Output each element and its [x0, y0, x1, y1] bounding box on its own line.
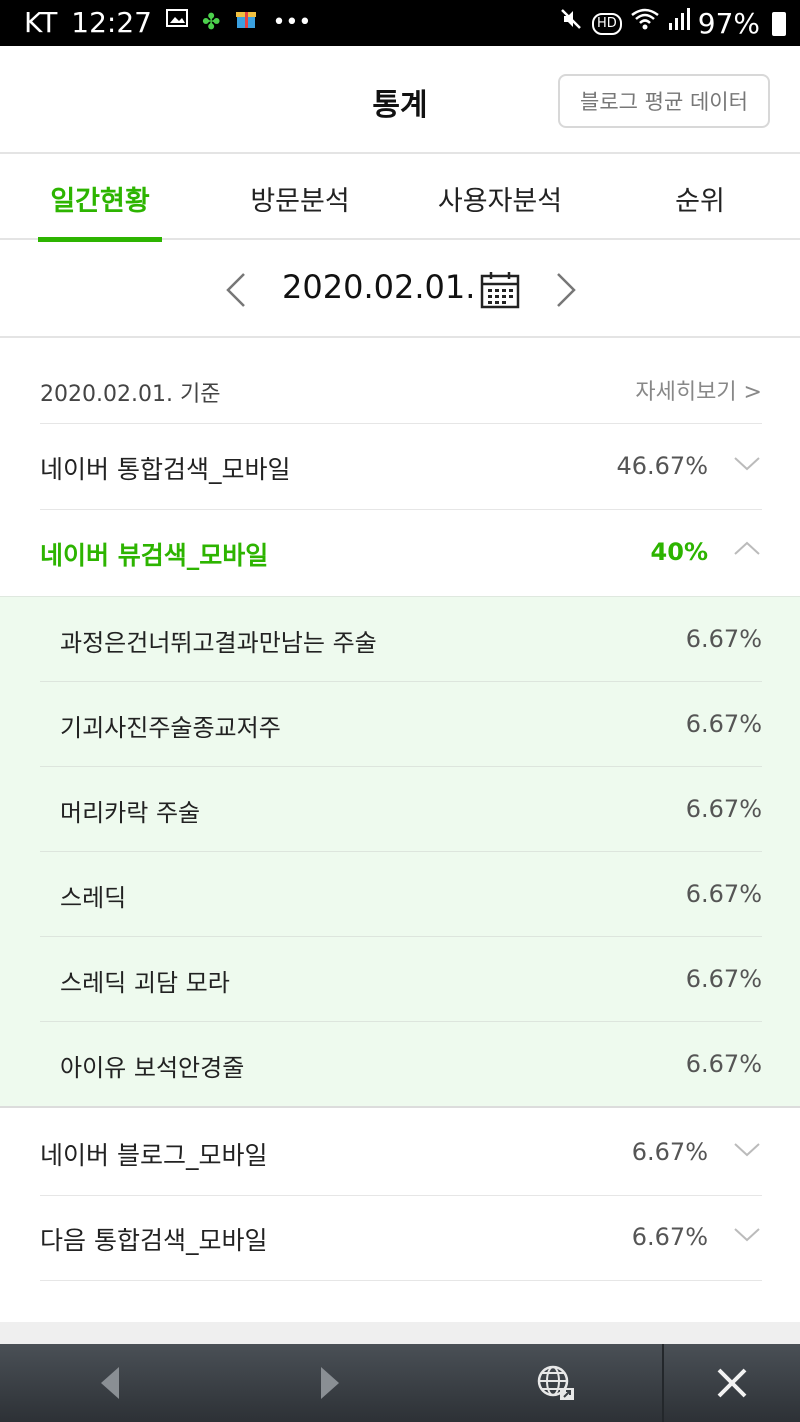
- source-percent: 40%: [650, 538, 708, 566]
- source-row[interactable]: 다음 통합검색_모바일 6.67%: [40, 1195, 762, 1281]
- source-row[interactable]: 네이버 블로그_모바일 6.67%: [40, 1110, 762, 1196]
- source-row[interactable]: 네이버 통합검색_모바일 46.67%: [40, 424, 762, 510]
- back-button[interactable]: [60, 1344, 160, 1422]
- calendar-button[interactable]: [480, 270, 520, 310]
- signal-icon: [668, 7, 690, 40]
- app-header: 통계 블로그 평균 데이터: [0, 46, 800, 154]
- clock: 12:27: [71, 6, 152, 39]
- source-percent: 6.67%: [631, 1223, 708, 1251]
- keyword-row: 머리카락 주술 6.67%: [40, 767, 762, 852]
- keyword-row: 기괴사진주술종교저주 6.67%: [40, 682, 762, 767]
- date-navigator: 2020.02.01.: [0, 242, 800, 338]
- chevron-down-icon: [734, 1228, 760, 1242]
- back-arrow-icon: [101, 1367, 119, 1399]
- summary-header: 2020.02.01. 기준 자세히보기 >: [40, 360, 762, 424]
- source-percent: 46.67%: [616, 452, 708, 480]
- source-percent: 6.67%: [631, 1138, 708, 1166]
- chevron-down-icon: [734, 1143, 760, 1157]
- carrier-label: KT: [24, 6, 58, 39]
- keyword-name: 머리카락 주술: [60, 799, 201, 827]
- view-details-link[interactable]: 자세히보기 >: [635, 374, 762, 406]
- source-name: 네이버 뷰검색_모바일: [40, 541, 269, 570]
- keyword-row: 스레딕 괴담 모라 6.67%: [40, 937, 762, 1022]
- blog-average-data-button[interactable]: 블로그 평균 데이터: [558, 74, 770, 128]
- source-row-expanded[interactable]: 네이버 뷰검색_모바일 40%: [40, 510, 762, 596]
- keyword-percent: 6.67%: [685, 1050, 762, 1078]
- keyword-row: 과정은건너뛰고결과만남는 주술 6.67%: [40, 597, 762, 682]
- keyword-name: 스레딕 괴담 모라: [60, 969, 230, 997]
- keyword-name: 과정은건너뛰고결과만남는 주술: [60, 629, 377, 657]
- close-icon: [717, 1368, 747, 1398]
- keyword-percent: 6.67%: [685, 965, 762, 993]
- keyword-list: 과정은건너뛰고결과만남는 주술 6.67% 기괴사진주술종교저주 6.67% 머…: [0, 596, 800, 1108]
- forward-arrow-icon: [321, 1367, 339, 1399]
- chevron-right-icon: [557, 273, 576, 307]
- keyword-percent: 6.67%: [685, 880, 762, 908]
- tab-ranking[interactable]: 순위: [600, 156, 800, 240]
- next-date-button[interactable]: [546, 264, 586, 316]
- close-button[interactable]: [682, 1344, 782, 1422]
- globe-icon: [537, 1365, 574, 1400]
- keyword-row: 스레딕 6.67%: [40, 852, 762, 937]
- chevron-left-icon: [226, 273, 245, 307]
- tab-visit-analysis[interactable]: 방문분석: [200, 156, 400, 240]
- keyword-percent: 6.67%: [685, 710, 762, 738]
- keyword-percent: 6.67%: [685, 795, 762, 823]
- keyword-name: 기괴사진주술종교저주: [60, 714, 281, 742]
- source-name: 다음 통합검색_모바일: [40, 1226, 268, 1255]
- mute-icon: [558, 6, 584, 41]
- source-name: 네이버 통합검색_모바일: [40, 455, 291, 484]
- keyword-name: 아이유 보석안경줄: [60, 1054, 245, 1082]
- chevron-down-icon: [734, 457, 760, 471]
- battery-icon: [772, 11, 786, 36]
- forward-button[interactable]: [280, 1344, 380, 1422]
- more-notifications-icon: •••: [272, 9, 312, 35]
- clover-icon: ✤: [202, 9, 221, 35]
- open-in-browser-button[interactable]: [506, 1344, 606, 1422]
- keyword-row: 아이유 보석안경줄 6.67%: [40, 1022, 762, 1107]
- browser-toolbar: [0, 1344, 800, 1422]
- source-name: 네이버 블로그_모바일: [40, 1141, 268, 1170]
- calendar-icon: [480, 272, 520, 309]
- tab-daily-status[interactable]: 일간현황: [0, 156, 200, 242]
- tab-user-analysis[interactable]: 사용자분석: [400, 156, 600, 240]
- current-date: 2020.02.01.: [282, 268, 476, 306]
- wifi-icon: [630, 7, 660, 40]
- keyword-percent: 6.67%: [685, 625, 762, 653]
- hd-voice-icon: HD: [591, 12, 622, 35]
- keyword-name: 스레딕: [60, 884, 127, 912]
- gallery-icon: [166, 7, 188, 38]
- battery-percent: 97%: [697, 7, 760, 40]
- previous-date-button[interactable]: [216, 264, 256, 316]
- status-bar: KT 12:27 ✤ ••• HD 97%: [0, 0, 800, 46]
- tab-bar: 일간현황 방문분석 사용자분석 순위: [0, 156, 800, 242]
- toolbar-divider: [662, 1344, 664, 1422]
- chevron-up-icon: [734, 541, 760, 555]
- gift-icon: [234, 6, 258, 39]
- section-divider: [0, 1322, 800, 1344]
- basis-date-label: 2020.02.01. 기준: [40, 382, 221, 407]
